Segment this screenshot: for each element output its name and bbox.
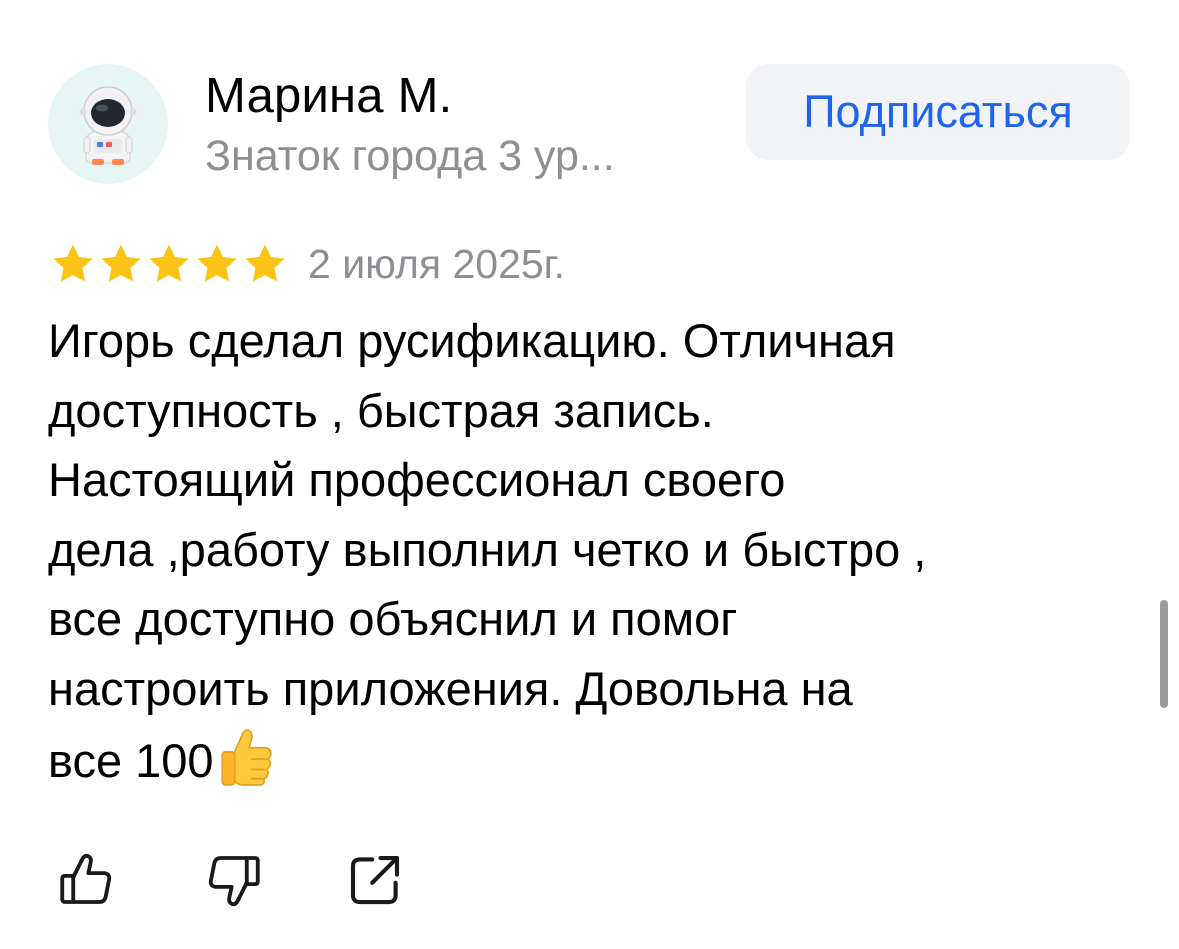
star-icon — [149, 244, 189, 282]
thumbs-up-icon — [60, 853, 112, 904]
review-text-line: Игорь сделал русификацию. Отличная — [48, 314, 896, 367]
star-icon — [53, 244, 93, 282]
author-level: Знаток города 3 ур... — [205, 132, 615, 180]
review-text-line: дела ,работу выполнил четко и быстро , — [48, 522, 927, 576]
astronaut-icon — [79, 86, 137, 165]
author-name[interactable]: Марина М. — [205, 68, 452, 124]
review-text-line: Настоящий профессионал своего — [48, 453, 786, 506]
review-card: Марина М. Знаток города 3 ур... Подписат… — [0, 0, 1179, 949]
star-rating — [50, 241, 288, 287]
review-text: Игорь сделал русификацию. Отличная досту… — [48, 306, 1128, 796]
thumbs-down-icon — [208, 856, 260, 907]
share-icon — [350, 855, 400, 905]
star-icon — [101, 244, 141, 282]
review-text-line: настроить приложения. Довольна на — [48, 661, 853, 715]
scrollbar[interactable] — [1160, 600, 1168, 708]
review-text-line: доступность , быстрая запись. — [48, 383, 714, 437]
share-button[interactable] — [340, 845, 410, 915]
rating-row: 2 июля 2025г. — [50, 236, 565, 292]
review-text-line: все 100 — [48, 734, 214, 787]
review-text-last-line: все 100 — [48, 723, 1128, 796]
like-button[interactable] — [52, 845, 122, 915]
subscribe-button[interactable]: Подписаться — [746, 64, 1130, 160]
review-text-line: все доступно объяснил и помог — [48, 592, 738, 645]
star-icon — [197, 244, 237, 282]
review-date: 2 июля 2025г. — [308, 240, 566, 287]
avatar[interactable] — [48, 64, 168, 184]
star-icon — [245, 244, 285, 282]
thumbs-up-emoji — [220, 729, 272, 786]
dislike-button[interactable] — [198, 845, 268, 915]
